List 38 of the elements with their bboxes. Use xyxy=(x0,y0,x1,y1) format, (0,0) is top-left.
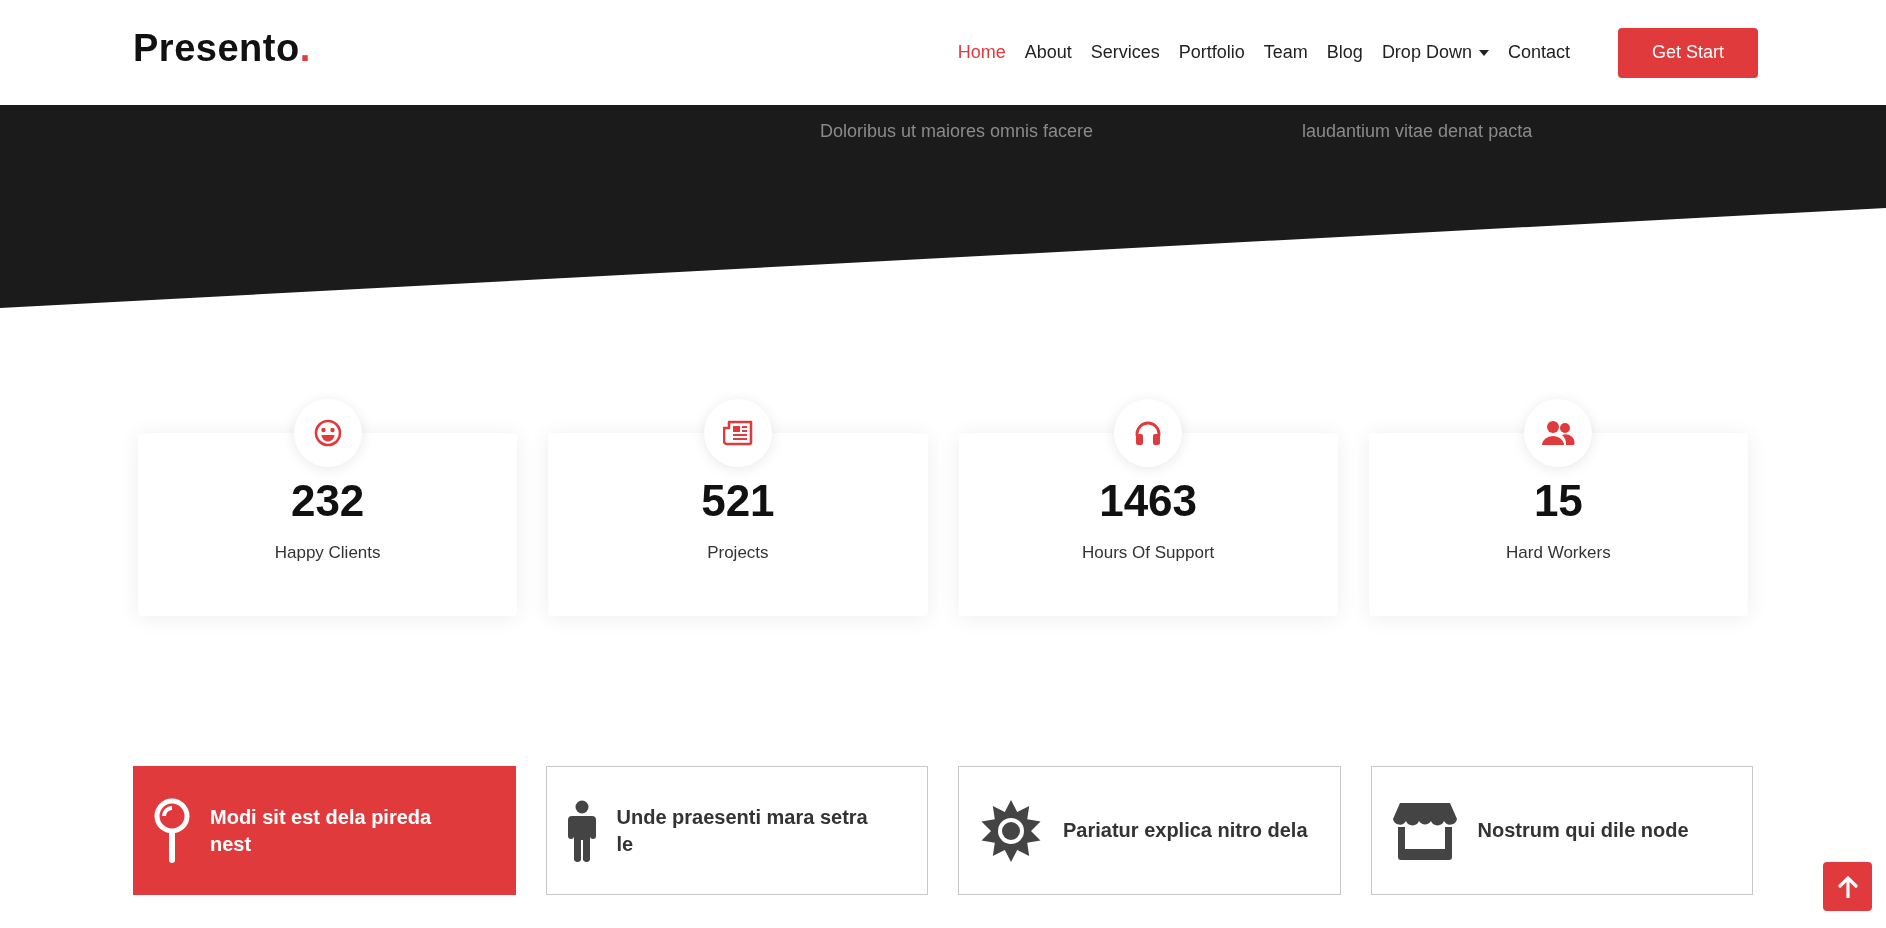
feature-title: Unde praesenti mara setra le xyxy=(616,804,869,857)
nav-link[interactable]: Services xyxy=(1090,42,1160,63)
storefront-icon xyxy=(1391,800,1458,861)
smiling-face-icon xyxy=(313,419,342,447)
stat-number: 521 xyxy=(701,479,775,523)
nav-link[interactable]: Blog xyxy=(1326,42,1363,63)
feature-box[interactable]: Pariatur explica nitro dela xyxy=(958,766,1341,895)
stat-label: Hours Of Support xyxy=(1082,543,1215,563)
feature-title: Nostrum qui dile node xyxy=(1477,818,1689,843)
nav-link[interactable]: Contact xyxy=(1507,42,1570,63)
nav-link[interactable]: Portfolio xyxy=(1178,42,1245,63)
newspaper-icon xyxy=(722,420,753,446)
feature-title: Pariatur explica nitro dela xyxy=(1063,818,1308,843)
logo[interactable]: Presento. xyxy=(133,27,311,70)
back-to-top-button[interactable] xyxy=(1823,862,1872,911)
stat-label: Happy Clients xyxy=(274,543,381,563)
arrow-up-icon xyxy=(1837,875,1858,898)
headphones-icon xyxy=(1134,420,1163,446)
feature-box[interactable]: Nostrum qui dile node xyxy=(1370,766,1753,895)
stat-number: 15 xyxy=(1533,479,1583,523)
users-icon xyxy=(1541,420,1576,446)
nav-link[interactable]: Drop Down xyxy=(1381,42,1489,63)
stat-label: Projects xyxy=(707,543,769,563)
description-text: Doloribus ut maiores omnis facere xyxy=(820,121,1095,142)
person-icon xyxy=(566,799,597,862)
nav-link[interactable]: About xyxy=(1024,42,1072,63)
badge-icon xyxy=(979,798,1043,863)
feature-title: Modi sit est dela pireda nest xyxy=(210,804,433,857)
stat-number: 1463 xyxy=(1099,479,1198,523)
feature-box[interactable]: Modi sit est dela pireda nest xyxy=(133,766,516,895)
get-start-button[interactable]: Get Start xyxy=(1617,27,1758,78)
nav-link[interactable]: Home xyxy=(957,42,1006,63)
nav-link[interactable]: Team xyxy=(1263,42,1308,63)
stat-label: Hard Workers xyxy=(1506,543,1611,563)
pushpin-icon xyxy=(154,797,190,864)
feature-box[interactable]: Unde praesenti mara setra le xyxy=(545,766,928,895)
description-text: laudantium vitae denat pacta xyxy=(1302,121,1534,142)
stat-number: 232 xyxy=(290,479,365,523)
